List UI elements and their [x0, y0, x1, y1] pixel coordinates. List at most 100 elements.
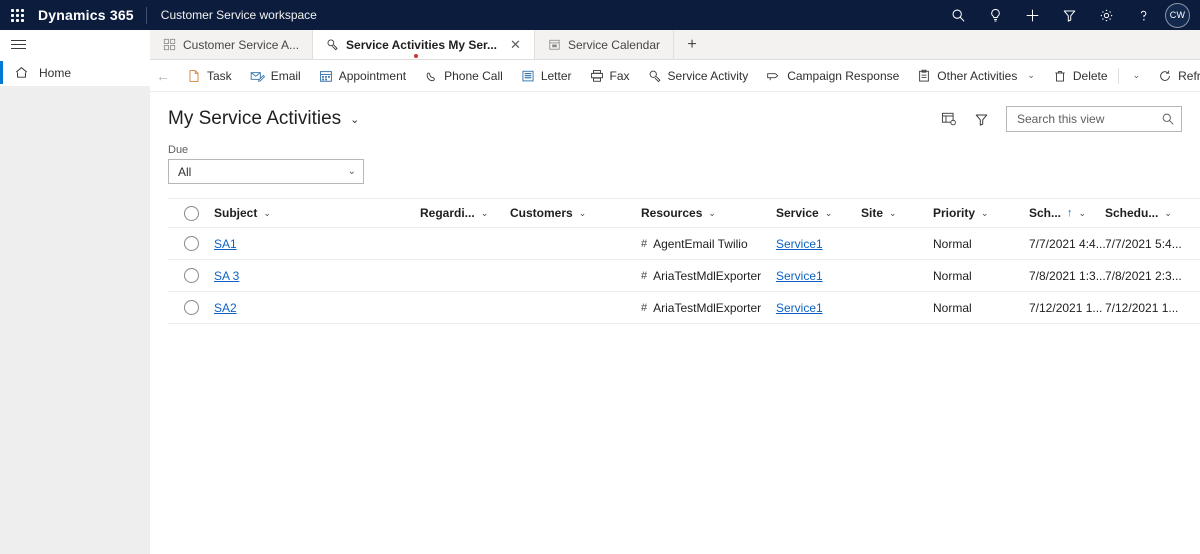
appointment-icon [319, 70, 332, 82]
column-header-scheduled-end[interactable]: Schedu... ⌄ [1105, 199, 1200, 228]
cell-subject[interactable]: SA1 [214, 227, 420, 260]
cell-scheduled-start: 7/8/2021 1:3... [1029, 259, 1105, 292]
settings-button[interactable] [1088, 0, 1125, 30]
new-tab-button[interactable]: + [674, 30, 710, 59]
table-row[interactable]: SA2 # AriaTestMdlExporter Service1 Norma… [168, 291, 1200, 324]
tab-strip: Customer Service A... Service Activities… [150, 30, 1200, 60]
column-header-customers[interactable]: Customers ⌄ [510, 199, 641, 228]
service-activity-icon [327, 39, 338, 51]
column-header-resources[interactable]: Resources ⌄ [641, 199, 776, 228]
command-campaign-response[interactable]: Campaign Response [757, 60, 908, 91]
command-letter[interactable]: Letter [512, 60, 581, 91]
column-header-scheduled-start[interactable]: Sch... ↑ ⌄ [1029, 199, 1105, 228]
select-all-checkbox[interactable] [184, 205, 199, 221]
cell-priority: Normal [933, 259, 1029, 292]
view-selector-chevron-down-icon[interactable]: ⌄ [350, 113, 359, 126]
service-link[interactable]: Service1 [776, 301, 823, 315]
cell-service[interactable]: Service1 [776, 259, 861, 292]
column-header-regarding[interactable]: Regardi... ⌄ [420, 199, 510, 228]
command-task[interactable]: Task [178, 60, 241, 91]
command-label: Appointment [338, 68, 407, 83]
selection-indicator [0, 61, 3, 84]
command-appointment[interactable]: Appointment [310, 60, 415, 91]
command-label: Fax [609, 68, 630, 83]
tab-service-activities-my-service-activities[interactable]: Service Activities My Ser... ✕ [313, 30, 535, 59]
sidebar-toggle-button[interactable] [0, 30, 150, 59]
tab-customer-service-agent-dashboard[interactable]: Customer Service A... [150, 30, 314, 59]
plus-icon [1026, 9, 1039, 21]
cell-priority: Normal [933, 227, 1029, 260]
assistant-button[interactable] [977, 0, 1014, 30]
command-other-activities[interactable]: Other Activities ⌄ [908, 60, 1044, 91]
row-checkbox[interactable] [184, 268, 199, 283]
cell-subject[interactable]: SA2 [214, 291, 420, 324]
column-header-site[interactable]: Site ⌄ [861, 199, 933, 228]
command-divider [1117, 67, 1119, 84]
command-label: Phone Call [444, 68, 503, 83]
user-avatar[interactable]: CW [1165, 2, 1190, 28]
assistant-idea-icon [991, 8, 1000, 22]
table-row[interactable]: SA1 # AgentEmail Twilio Service1 Normal … [168, 227, 1200, 260]
chevron-down-icon: ⌄ [1132, 70, 1141, 80]
command-refresh[interactable]: Refresh [1149, 60, 1200, 91]
search-input[interactable] [1015, 111, 1161, 127]
column-label: Regardi... [420, 206, 475, 220]
chevron-down-icon: ⌄ [263, 207, 271, 218]
row-select-cell[interactable] [168, 227, 214, 260]
column-header-service[interactable]: Service ⌄ [776, 199, 861, 228]
chevron-down-icon: ⌄ [1027, 70, 1035, 80]
service-link[interactable]: Service1 [776, 237, 823, 251]
row-select-cell[interactable] [168, 291, 214, 324]
search-this-view-box[interactable] [1006, 106, 1182, 132]
tab-label: Service Activities My Ser... [346, 37, 498, 52]
command-service-activity[interactable]: Service Activity [639, 60, 758, 91]
command-fax[interactable]: Fax [581, 60, 639, 91]
row-checkbox[interactable] [184, 300, 199, 315]
cell-subject[interactable]: SA 3 [214, 259, 420, 292]
cell-resources: # AriaTestMdlExporter [641, 259, 776, 292]
cell-customers [510, 259, 641, 292]
command-label: Email [270, 68, 301, 83]
task-icon [189, 69, 199, 82]
row-select-cell[interactable] [168, 259, 214, 292]
cell-service[interactable]: Service1 [776, 291, 861, 324]
tab-service-calendar[interactable]: Service Calendar [535, 30, 674, 59]
due-filter-select[interactable]: All ⌄ [168, 159, 364, 184]
subject-link[interactable]: SA 3 [214, 269, 239, 283]
command-phone-call[interactable]: Phone Call [415, 60, 512, 91]
edit-columns-button[interactable] [936, 106, 962, 132]
column-label: Customers [510, 206, 573, 220]
column-label: Resources [641, 206, 703, 220]
resource-prefix-icon: # [641, 269, 648, 282]
chevron-down-icon: ⌄ [708, 207, 716, 218]
column-header-subject[interactable]: Subject ⌄ [214, 199, 420, 228]
column-header-priority[interactable]: Priority ⌄ [933, 199, 1029, 228]
quick-create-button[interactable] [1014, 0, 1051, 30]
command-delete[interactable]: Delete ⌄ [1044, 60, 1149, 91]
subject-link[interactable]: SA1 [214, 237, 237, 251]
command-email[interactable]: Email [241, 60, 310, 91]
cell-service[interactable]: Service1 [776, 227, 861, 260]
cell-site [861, 291, 933, 324]
row-checkbox[interactable] [184, 236, 199, 251]
sort-ascending-icon: ↑ [1067, 207, 1073, 219]
help-button[interactable] [1125, 0, 1162, 30]
search-button[interactable] [940, 0, 977, 30]
service-link[interactable]: Service1 [776, 269, 823, 283]
command-label: Letter [540, 68, 572, 83]
view-header-actions [936, 106, 1182, 132]
subject-link[interactable]: SA2 [214, 301, 237, 315]
tab-close-button[interactable]: ✕ [510, 37, 521, 53]
table-row[interactable]: SA 3 # AriaTestMdlExporter Service1 Norm… [168, 259, 1200, 292]
filter-button[interactable] [1051, 0, 1088, 30]
app-launcher-waffle-button[interactable] [0, 0, 34, 30]
column-label: Priority [933, 206, 976, 220]
funnel-icon [1063, 10, 1076, 22]
filter-button[interactable] [968, 106, 994, 132]
back-button[interactable]: ← [156, 68, 170, 84]
dashboard-icon [163, 38, 176, 51]
funnel-icon [975, 114, 987, 126]
chevron-down-icon: ⌄ [578, 207, 587, 218]
select-all-header[interactable] [168, 199, 214, 228]
sidebar-item-home[interactable]: Home [0, 59, 150, 86]
